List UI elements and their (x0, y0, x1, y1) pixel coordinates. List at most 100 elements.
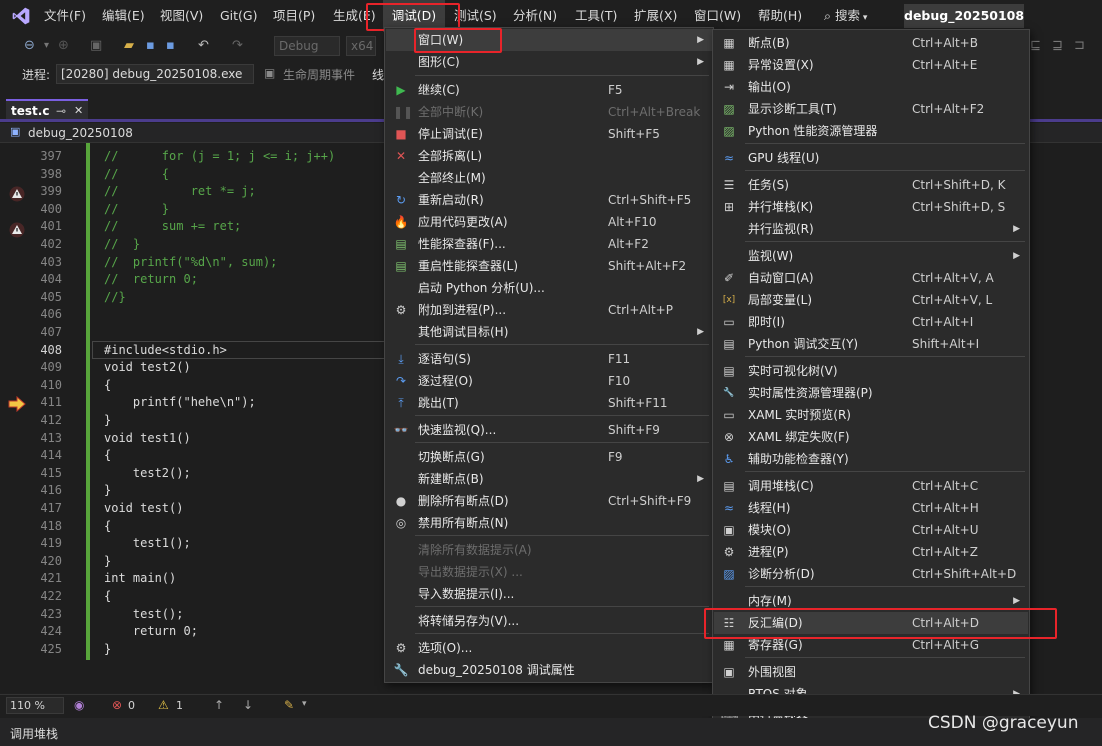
window-menu-item[interactable]: 并行监视(R) ▶ (714, 218, 1028, 240)
change-margin (86, 143, 90, 660)
step-over-icon: ↷ (395, 374, 407, 388)
window-menu-item[interactable]: 🔧 实时属性资源管理器(P) (714, 382, 1028, 404)
debug-menu-item[interactable]: ◎ 禁用所有断点(N) (386, 512, 712, 534)
debug-menu-item[interactable]: ● 删除所有断点(D) Ctrl+Shift+F9 (386, 490, 712, 512)
code-line: void test() (104, 501, 184, 515)
window-menu-item[interactable]: ▨ 显示诊断工具(T) Ctrl+Alt+F2 (714, 98, 1028, 120)
back-icon[interactable]: ⊖ (24, 38, 35, 54)
forward-icon[interactable]: ⊕ (58, 38, 69, 54)
debug-menu-item[interactable]: 启动 Python 分析(U)... (386, 277, 712, 299)
project-dropdown[interactable]: debug_20250108 (28, 126, 133, 140)
line-number: 404 (40, 272, 62, 287)
configuration-select[interactable]: Debug (274, 36, 340, 56)
window-menu-item[interactable]: ⚙ 进程(P) Ctrl+Alt+Z (714, 541, 1028, 563)
redo-icon[interactable]: ↷ (232, 38, 243, 54)
debug-menu-item[interactable]: ↻ 重新启动(R) Ctrl+Shift+F5 (386, 189, 712, 211)
debug-menu-item[interactable]: 新建断点(B) ▶ (386, 468, 712, 490)
error-count[interactable]: 0 (128, 699, 135, 712)
window-menu-item[interactable]: ▦ 断点(B) Ctrl+Alt+B (714, 32, 1028, 54)
pin-icon[interactable]: ⊸ (56, 101, 66, 121)
search-box[interactable]: ⌕ 搜索 ▾ (824, 0, 867, 32)
window-menu-item[interactable]: ⊞ 并行堆栈(K) Ctrl+Shift+D, S (714, 196, 1028, 218)
process-select[interactable]: [20280] debug_20250108.exe (56, 64, 254, 84)
window-menu-item[interactable]: 监视(W) ▶ (714, 245, 1028, 267)
debug-menu-item[interactable]: ⤒ 跳出(T) Shift+F11 (386, 392, 712, 414)
window-menu-item[interactable]: ♿ 辅助功能检查器(Y) (714, 448, 1028, 470)
menu-item-shortcut: Ctrl+Alt+C (912, 479, 979, 493)
window-menu-item[interactable]: ▣ 模块(O) Ctrl+Alt+U (714, 519, 1028, 541)
arrow-up-icon[interactable]: ↑ (214, 698, 224, 712)
menu-git[interactable]: Git(G) (220, 0, 258, 32)
debug-menu-item[interactable]: 🔧 debug_20250108 调试属性 (386, 659, 712, 681)
menu-edit[interactable]: 编辑(E) (102, 0, 145, 32)
call-stack-panel-title[interactable]: 调用堆栈 (10, 725, 58, 742)
solution-name[interactable]: debug_20250108 (904, 4, 1024, 28)
toolbar-icon-b[interactable]: ⊒ (1052, 38, 1063, 54)
new-project-icon[interactable]: ▣ (90, 38, 102, 54)
line-number: 425 (40, 641, 62, 656)
watermark: CSDN @graceyun (928, 713, 1079, 733)
debug-menu-item[interactable]: ▤ 性能探查器(F)... Alt+F2 (386, 233, 712, 255)
debug-menu-item[interactable]: 其他调试目标(H) ▶ (386, 321, 712, 343)
window-menu-item[interactable]: ≈ GPU 线程(U) (714, 147, 1028, 169)
debug-menu-item[interactable]: 导入数据提示(I)... (386, 583, 712, 605)
close-icon[interactable]: ✕ (74, 101, 83, 121)
brush-icon[interactable]: ✎ (284, 698, 294, 712)
lifecycle-events-button[interactable]: 生命周期事件 (283, 66, 355, 83)
menu-item-label: 外围视图 (748, 665, 797, 679)
window-menu-item[interactable]: ▭ XAML 实时预览(R) (714, 404, 1028, 426)
tab-test-c[interactable]: test.c ⊸ ✕ (6, 99, 88, 121)
line-number: 422 (40, 589, 62, 603)
window-menu-item[interactable]: ≈ 线程(H) Ctrl+Alt+H (714, 497, 1028, 519)
window-menu-item[interactable]: ☰ 任务(S) Ctrl+Shift+D, K (714, 174, 1028, 196)
open-folder-icon[interactable]: ▰ (124, 38, 134, 54)
copilot-icon[interactable]: ◉ (74, 698, 84, 712)
save-all-icon[interactable]: ▪ (166, 38, 175, 54)
window-menu-item[interactable]: ▨ Python 性能资源管理器 (714, 120, 1028, 142)
debug-menu-item[interactable]: ⚙ 附加到进程(P)... Ctrl+Alt+P (386, 299, 712, 321)
menu-view[interactable]: 视图(V) (160, 0, 203, 32)
window-menu-item[interactable]: [x] 局部变量(L) Ctrl+Alt+V, L (714, 289, 1028, 311)
menu-project[interactable]: 项目(P) (273, 0, 315, 32)
window-menu-item[interactable]: ⊗ XAML 绑定失败(F) (714, 426, 1028, 448)
window-menu-item[interactable]: ▤ 调用堆栈(C) Ctrl+Alt+C (714, 475, 1028, 497)
menu-file[interactable]: 文件(F) (44, 0, 86, 32)
window-menu-item[interactable]: ⇥ 输出(O) (714, 76, 1028, 98)
debug-menu-item[interactable]: 全部终止(M) (386, 167, 712, 189)
debug-menu-item[interactable]: ▶ 继续(C) F5 (386, 79, 712, 101)
window-menu-item[interactable]: ▦ 异常设置(X) Ctrl+Alt+E (714, 54, 1028, 76)
arrow-down-icon[interactable]: ↓ (243, 698, 253, 712)
debug-menu-item[interactable]: ⤓ 逐语句(S) F11 (386, 348, 712, 370)
debug-menu-item[interactable]: 🔥 应用代码更改(A) Alt+F10 (386, 211, 712, 233)
window-menu-item[interactable]: ✐ 自动窗口(A) Ctrl+Alt+V, A (714, 267, 1028, 289)
window-menu-item[interactable]: ▤ 实时可视化树(V) (714, 360, 1028, 382)
menu-help[interactable]: 帮助(H) (758, 0, 802, 32)
save-icon[interactable]: ▪ (146, 38, 155, 54)
menu-item-shortcut: Ctrl+Alt+H (912, 501, 979, 515)
menu-item-label: 并行监视(R) (748, 222, 814, 236)
debug-menu-item[interactable]: ▤ 重启性能探查器(L) Shift+Alt+F2 (386, 255, 712, 277)
warning-count[interactable]: 1 (176, 699, 183, 712)
debug-menu-item[interactable]: ⚙ 选项(O)... (386, 637, 712, 659)
debug-menu-item[interactable]: 切换断点(G) F9 (386, 446, 712, 468)
undo-icon[interactable]: ↶ (198, 38, 209, 54)
debug-menu-item[interactable]: 将转储另存为(V)... (386, 610, 712, 632)
menu-item-label: 异常设置(X) (748, 58, 814, 72)
dropdown-arrow-icon[interactable]: ▾ (44, 38, 49, 54)
window-menu-item[interactable]: ▤ Python 调试交互(Y) Shift+Alt+I (714, 333, 1028, 355)
window-menu-item[interactable]: ▨ 诊断分析(D) Ctrl+Shift+Alt+D (714, 563, 1028, 585)
breakpoint-warning-icon[interactable] (9, 222, 25, 238)
toolbar-icon-a[interactable]: ⊑ (1030, 38, 1041, 54)
debug-menu-item[interactable]: ■ 停止调试(E) Shift+F5 (386, 123, 712, 145)
window-menu-item[interactable]: ▭ 即时(I) Ctrl+Alt+I (714, 311, 1028, 333)
breakpoint-warning-icon[interactable] (9, 186, 25, 202)
debug-menu-item[interactable]: 👓 快速监视(Q)... Shift+F9 (386, 419, 712, 441)
chevron-down-icon[interactable]: ▾ (302, 699, 307, 709)
debug-menu-item[interactable]: ↷ 逐过程(O) F10 (386, 370, 712, 392)
platform-select[interactable]: x64 (346, 36, 376, 56)
toolbar-icon-c[interactable]: ⊐ (1074, 38, 1085, 54)
window-menu-item[interactable]: ▣ 外围视图 (714, 661, 1028, 683)
zoom-select[interactable]: 110 % (6, 697, 64, 714)
debug-menu-item[interactable]: 图形(C) ▶ (386, 51, 712, 73)
debug-menu-item[interactable]: ✕ 全部拆离(L) (386, 145, 712, 167)
